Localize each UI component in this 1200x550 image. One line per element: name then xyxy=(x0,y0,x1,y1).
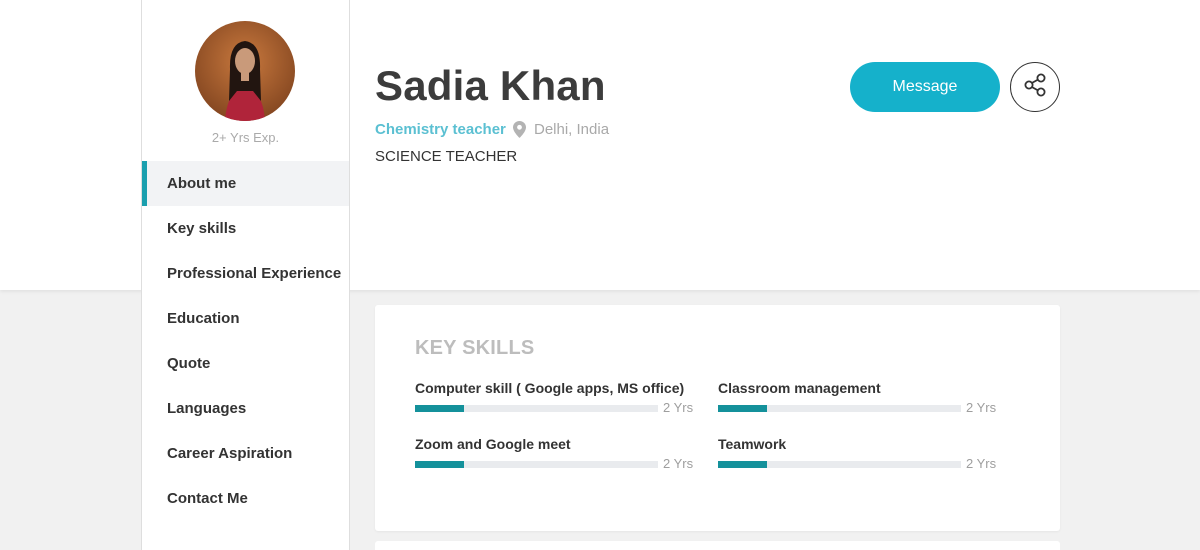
profile-name: Sadia Khan xyxy=(375,62,606,109)
sidebar-item-professional-experience[interactable]: Professional Experience xyxy=(142,251,349,296)
skill-bar xyxy=(415,461,658,468)
share-button[interactable] xyxy=(1010,62,1060,112)
skill-name: Computer skill ( Google apps, MS office) xyxy=(415,380,685,396)
avatar xyxy=(195,21,295,121)
profile-role: Chemistry teacher xyxy=(375,121,506,138)
profile-headline: SCIENCE TEACHER xyxy=(375,148,518,165)
experience-label: 2+ Yrs Exp. xyxy=(211,130,280,145)
message-button[interactable]: Message xyxy=(850,62,1000,112)
key-skills-title: KEY SKILLS xyxy=(415,337,535,359)
skill-years: 2 Yrs xyxy=(966,400,997,415)
skill-bar-fill xyxy=(718,461,767,468)
skill-years: 2 Yrs xyxy=(663,456,694,471)
sidebar-menu: About me Key skills Professional Experie… xyxy=(142,161,349,521)
skill-bar xyxy=(718,461,961,468)
skill-bar-fill xyxy=(415,405,464,412)
skill-item: Zoom and Google meet 2 Yrs xyxy=(415,436,695,474)
skill-item: Classroom management 2 Yrs xyxy=(718,380,998,418)
profile-location: Delhi, India xyxy=(534,121,610,138)
next-section-card xyxy=(375,541,1060,550)
sidebar-item-contact-me[interactable]: Contact Me xyxy=(142,476,349,521)
skill-years: 2 Yrs xyxy=(966,456,997,471)
profile-sidebar: 2+ Yrs Exp. About me Key skills Professi… xyxy=(141,0,350,550)
sidebar-item-career-aspiration[interactable]: Career Aspiration xyxy=(142,431,349,476)
sidebar-item-quote[interactable]: Quote xyxy=(142,341,349,386)
skill-name: Classroom management xyxy=(718,380,881,396)
location-pin-icon xyxy=(513,121,526,143)
skill-name: Teamwork xyxy=(718,436,787,452)
skill-years: 2 Yrs xyxy=(663,400,694,415)
key-skills-card: KEY SKILLS Computer skill ( Google apps,… xyxy=(375,305,1060,531)
sidebar-item-education[interactable]: Education xyxy=(142,296,349,341)
sidebar-item-about-me[interactable]: About me xyxy=(142,161,349,206)
skill-bar-fill xyxy=(415,461,464,468)
sidebar-item-key-skills[interactable]: Key skills xyxy=(142,206,349,251)
sidebar-item-languages[interactable]: Languages xyxy=(142,386,349,431)
skill-bar xyxy=(415,405,658,412)
skill-bar xyxy=(718,405,961,412)
skill-bar-fill xyxy=(718,405,767,412)
skill-item: Teamwork 2 Yrs xyxy=(718,436,998,474)
skill-item: Computer skill ( Google apps, MS office)… xyxy=(415,380,695,418)
skill-name: Zoom and Google meet xyxy=(415,436,571,452)
share-icon xyxy=(1022,72,1048,103)
